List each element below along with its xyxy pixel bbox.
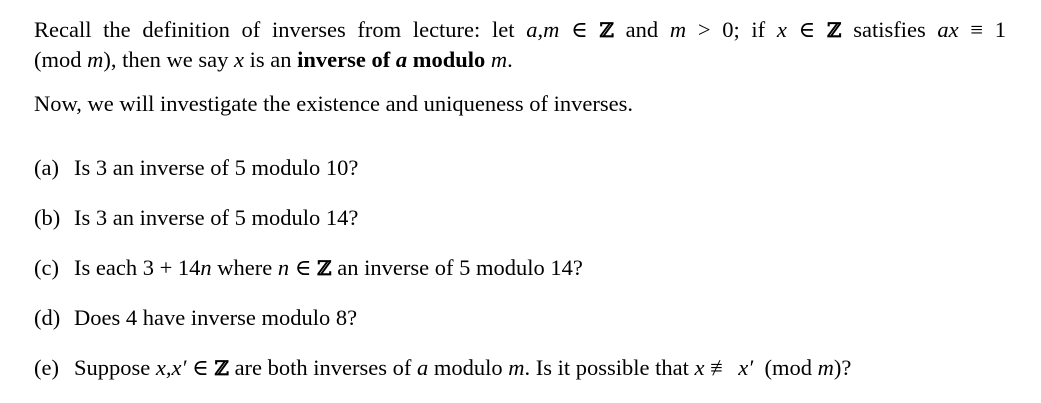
intro-text: satisfies	[841, 17, 938, 42]
mod-text: (mod	[753, 355, 818, 380]
question-text: where	[211, 255, 278, 280]
intro-line-1: Recall the definition of inverses from l…	[34, 16, 1006, 44]
var-x: x	[776, 17, 787, 42]
var-x: x	[694, 355, 705, 380]
integers-symbol: ℤ	[214, 356, 229, 380]
question-label: (b)	[34, 205, 61, 230]
intro-text: ), then we say	[103, 47, 234, 72]
question-text: are both inverses of	[228, 355, 418, 380]
var-m: m	[543, 17, 560, 42]
question-label: (d)	[34, 305, 61, 330]
question-text: Is 3 an inverse of 5 modulo 10?	[74, 155, 359, 180]
question-a: (a) Is 3 an inverse of 5 modulo 10?	[34, 154, 358, 182]
var-x: x	[233, 47, 244, 72]
var-m: m	[669, 17, 687, 42]
var-xprime: x′	[738, 355, 754, 380]
var-ax: ax	[937, 17, 959, 42]
element-of-symbol: ∈	[289, 255, 318, 280]
integers-symbol: ℤ	[599, 18, 614, 42]
var-x-xprime: x,x′	[155, 355, 187, 380]
intro-text: is an	[243, 47, 298, 72]
integers-symbol: ℤ	[317, 256, 332, 280]
integers-symbol: ℤ	[826, 18, 842, 42]
question-text: Suppose	[74, 355, 156, 380]
element-of-symbol: ∈	[786, 17, 827, 42]
var-n: n	[277, 255, 290, 280]
question-text: an inverse of 5 modulo 14?	[331, 255, 583, 280]
period: .	[507, 47, 513, 72]
bold-term-inverse: inverse of	[297, 47, 396, 72]
element-of-symbol: ∈	[186, 355, 215, 380]
intro-text: and	[613, 17, 670, 42]
question-label: (c)	[34, 255, 59, 280]
question-text: )?	[833, 355, 852, 380]
question-label: (a)	[34, 155, 59, 180]
question-c: (c) Is each 3 + 14n where n ∈ ℤ an invers…	[34, 254, 583, 282]
var-a: a	[526, 17, 538, 42]
bold-term-modulo: modulo	[407, 47, 491, 72]
var-m: m	[508, 355, 525, 380]
var-a: a	[417, 355, 429, 380]
intro-text: Recall the definition of inverses from l…	[34, 17, 527, 42]
question-text: Is each 3 + 14	[74, 255, 201, 280]
mod-text: (mod	[34, 47, 88, 72]
intro-line-3: Now, we will investigate the existence a…	[34, 91, 634, 116]
question-text: Does 4 have inverse modulo 8?	[74, 305, 358, 330]
element-of-symbol: ∈	[559, 17, 600, 42]
intro-text: > 0; if	[686, 17, 777, 42]
question-label: (e)	[34, 355, 59, 380]
congruence-expression: ≡ 1	[958, 17, 1007, 42]
var-m: m	[490, 47, 508, 72]
question-text: modulo	[428, 355, 509, 380]
intro-line-2: (mod m), then we say x is an inverse of …	[34, 46, 513, 74]
question-d: (d) Does 4 have inverse modulo 8?	[34, 304, 357, 332]
question-e: (e) Suppose x,x′ ∈ ℤ are both inverses of…	[34, 354, 851, 382]
question-text: . Is it possible that	[524, 355, 695, 380]
question-text: Is 3 an inverse of 5 modulo 14?	[74, 205, 359, 230]
question-b: (b) Is 3 an inverse of 5 modulo 14?	[34, 204, 358, 232]
var-n: n	[200, 255, 212, 280]
not-congruent-symbol: ≢	[704, 355, 739, 380]
var-m: m	[817, 355, 834, 380]
problem-page: Recall the definition of inverses from l…	[0, 0, 1041, 403]
var-a: a	[395, 47, 408, 72]
var-m: m	[87, 47, 104, 72]
